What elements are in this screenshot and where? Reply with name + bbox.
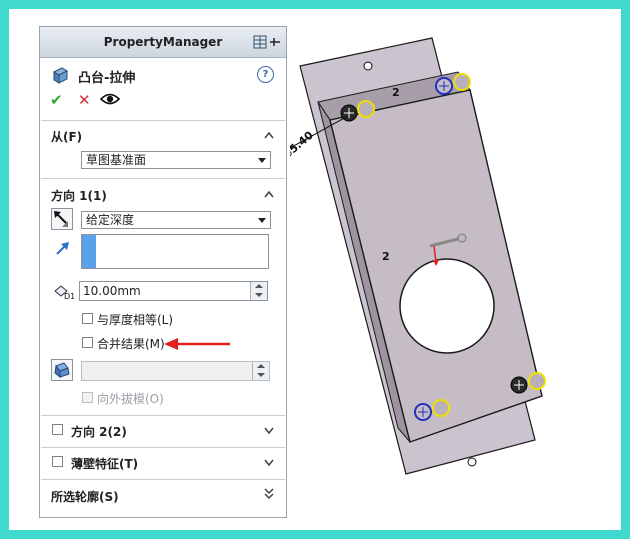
draft-toggle-button[interactable] [51, 359, 73, 381]
dimension-label: 2 [392, 86, 400, 99]
separator [41, 120, 285, 121]
draft-outward-checkbox [82, 392, 93, 403]
direction-vector-icon [56, 242, 69, 255]
depth-icon: D1 [54, 285, 74, 301]
feature-row: 凸台-拉伸 ? [50, 65, 274, 87]
end-condition-value: 给定深度 [86, 213, 135, 227]
equal-thickness-label: 与厚度相等(L) [97, 313, 174, 327]
separator [41, 479, 285, 480]
help-icon[interactable]: ? [257, 66, 274, 83]
draft-angle-input [81, 361, 270, 381]
selection-focus-bar [82, 235, 96, 268]
double-chevron-down-icon[interactable] [264, 488, 274, 499]
model-viewport[interactable]: ⌀5.40 2 2 [290, 30, 620, 510]
direction2-checkbox[interactable] [52, 424, 63, 435]
depth-value: 10.00mm [83, 284, 141, 298]
chevron-up-icon[interactable] [264, 190, 274, 198]
reverse-direction-icon [54, 211, 68, 227]
direction-selection-box[interactable] [81, 234, 269, 269]
draft-outward-label: 向外拔模(O) [97, 392, 164, 406]
separator [41, 415, 285, 416]
equal-thickness-checkbox[interactable] [82, 313, 93, 324]
start-condition-value: 草图基准面 [86, 153, 147, 167]
boss-extrude-icon [52, 67, 69, 84]
reverse-direction-button[interactable] [51, 208, 73, 230]
chevron-up-icon[interactable] [264, 131, 274, 139]
merge-result-label: 合并结果(M) [97, 337, 165, 351]
svg-text:D1: D1 [64, 292, 74, 301]
direction2-section-title[interactable]: 方向 2(2) [71, 423, 127, 440]
ok-button[interactable]: ✔ [50, 91, 63, 109]
thin-feature-checkbox[interactable] [52, 456, 63, 467]
property-manager-header: PropertyManager [40, 27, 286, 58]
spin-up-icon [257, 364, 265, 368]
merge-result-checkbox[interactable] [82, 337, 93, 348]
feature-title: 凸台-拉伸 [78, 71, 136, 86]
end-condition-select[interactable]: 给定深度 [81, 211, 271, 229]
from-section-title[interactable]: 从(F) [51, 128, 82, 145]
flange-hole [467, 457, 477, 467]
start-condition-select[interactable]: 草图基准面 [81, 151, 271, 169]
spin-down-icon [257, 373, 265, 377]
draft-spinner [252, 362, 269, 380]
chevron-down-icon[interactable] [264, 426, 274, 434]
separator [41, 447, 285, 448]
dropdown-arrow-icon [258, 218, 266, 223]
action-row: ✔ ✕ [50, 91, 150, 109]
preview-eye-icon[interactable] [100, 92, 120, 106]
property-manager-panel: PropertyManager 凸台-拉伸 ? ✔ ✕ 从(F) 草图基准面 方… [39, 26, 287, 518]
direction1-section-title[interactable]: 方向 1(1) [51, 187, 107, 204]
annotation-arrow [164, 338, 230, 350]
dimension-label: 2 [382, 250, 390, 263]
dropdown-arrow-icon [258, 158, 266, 163]
flange-hole [363, 61, 373, 71]
thin-feature-section-title[interactable]: 薄壁特征(T) [71, 455, 138, 472]
separator [41, 178, 285, 179]
draft-icon [54, 362, 70, 379]
panel-title: PropertyManager [103, 35, 223, 49]
selected-contours-section-title[interactable]: 所选轮廓(S) [51, 488, 119, 505]
cancel-button[interactable]: ✕ [78, 91, 91, 109]
depth-spinner[interactable] [250, 282, 267, 300]
chevron-down-icon[interactable] [264, 458, 274, 466]
spin-down-icon [255, 293, 263, 297]
center-hole [399, 258, 495, 354]
depth-input[interactable]: 10.00mm [79, 281, 268, 301]
spin-up-icon [255, 284, 263, 288]
pin-icon[interactable] [252, 34, 282, 50]
diameter-dimension[interactable]: ⌀5.40 [290, 128, 316, 160]
